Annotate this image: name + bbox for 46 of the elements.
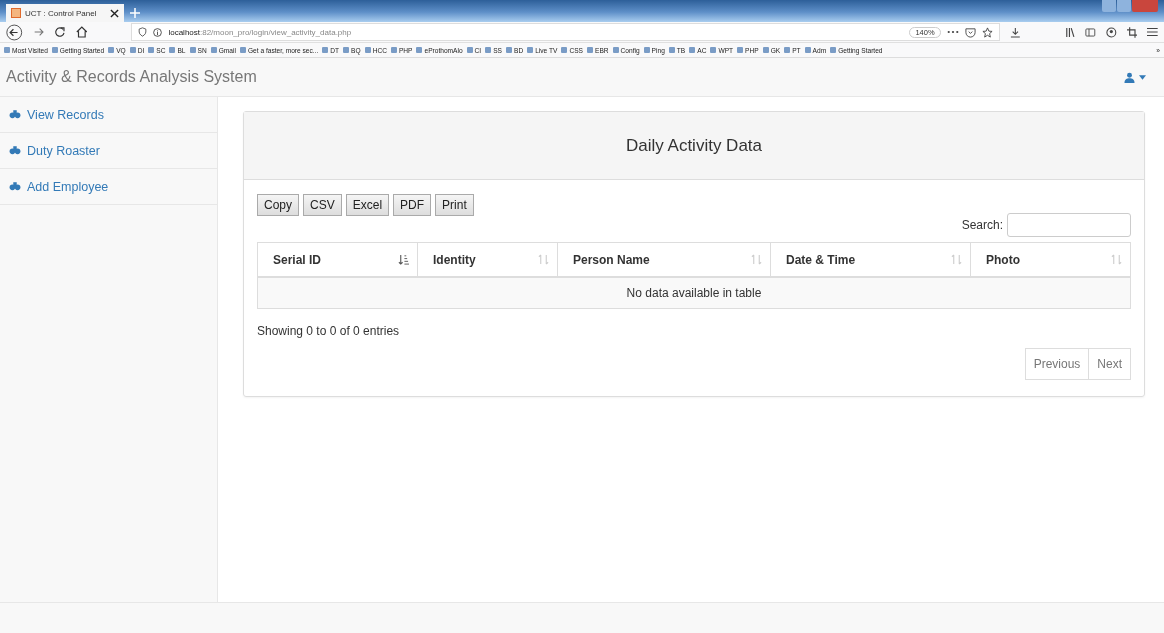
menu-icon[interactable]	[1147, 27, 1158, 37]
page-icon	[11, 8, 21, 18]
user-menu[interactable]	[1124, 71, 1146, 83]
tab-title: UCT : Control Panel	[25, 8, 98, 18]
home-icon[interactable]	[75, 26, 88, 38]
download-icon[interactable]	[1009, 26, 1021, 38]
new-tab-icon[interactable]	[130, 8, 140, 18]
reload-icon[interactable]	[54, 26, 66, 38]
shield-icon	[138, 27, 148, 37]
close-icon[interactable]	[110, 8, 119, 18]
panel-title: Daily Activity Data	[625, 135, 762, 156]
column-header[interactable]: Serial ID	[258, 243, 418, 276]
export-button[interactable]: Excel	[345, 194, 390, 216]
more-icon[interactable]	[946, 30, 959, 34]
crop-icon[interactable]	[1126, 26, 1138, 38]
sidebar-item[interactable]: Add Employee	[0, 169, 217, 205]
info-icon	[153, 27, 163, 37]
caret-icon	[1139, 74, 1146, 80]
search-label: Search:	[961, 218, 1003, 232]
column-header[interactable]: Photo	[971, 243, 1130, 276]
column-header[interactable]: Date & Time	[771, 243, 971, 276]
browser-tab[interactable]: UCT : Control Panel	[6, 4, 124, 22]
export-button[interactable]: CSV	[303, 194, 342, 216]
empty-table-message: No data available in table	[258, 278, 1130, 308]
export-button[interactable]: PDF	[393, 194, 432, 216]
export-button[interactable]: Print	[435, 194, 474, 216]
export-button[interactable]: Copy	[257, 194, 299, 216]
pocket-icon[interactable]	[964, 26, 976, 38]
entries-info: Showing 0 to 0 of 0 entries	[257, 324, 401, 338]
url-text: localhost:82/moon_pro/login/view_activity_data.php	[168, 27, 353, 37]
dashboard-icon	[9, 109, 21, 120]
forward-icon[interactable]	[32, 26, 45, 38]
dashboard-icon	[9, 145, 21, 156]
back-icon[interactable]	[6, 23, 23, 41]
star-icon[interactable]	[981, 26, 993, 38]
sidebar-item[interactable]: View Records	[0, 97, 217, 133]
search-field[interactable]	[1007, 213, 1131, 237]
user-icon	[1124, 71, 1135, 83]
dashboard-icon	[9, 181, 21, 192]
sidebar-icon[interactable]	[1085, 26, 1096, 38]
sidebar-item[interactable]: Duty Roaster	[0, 133, 217, 169]
account-icon[interactable]	[1105, 26, 1117, 38]
column-header[interactable]: Person Name	[558, 243, 771, 276]
library-icon[interactable]	[1064, 26, 1076, 38]
column-header[interactable]: Identity	[418, 243, 558, 276]
app-title: Activity & Records Analysis System	[6, 68, 257, 86]
